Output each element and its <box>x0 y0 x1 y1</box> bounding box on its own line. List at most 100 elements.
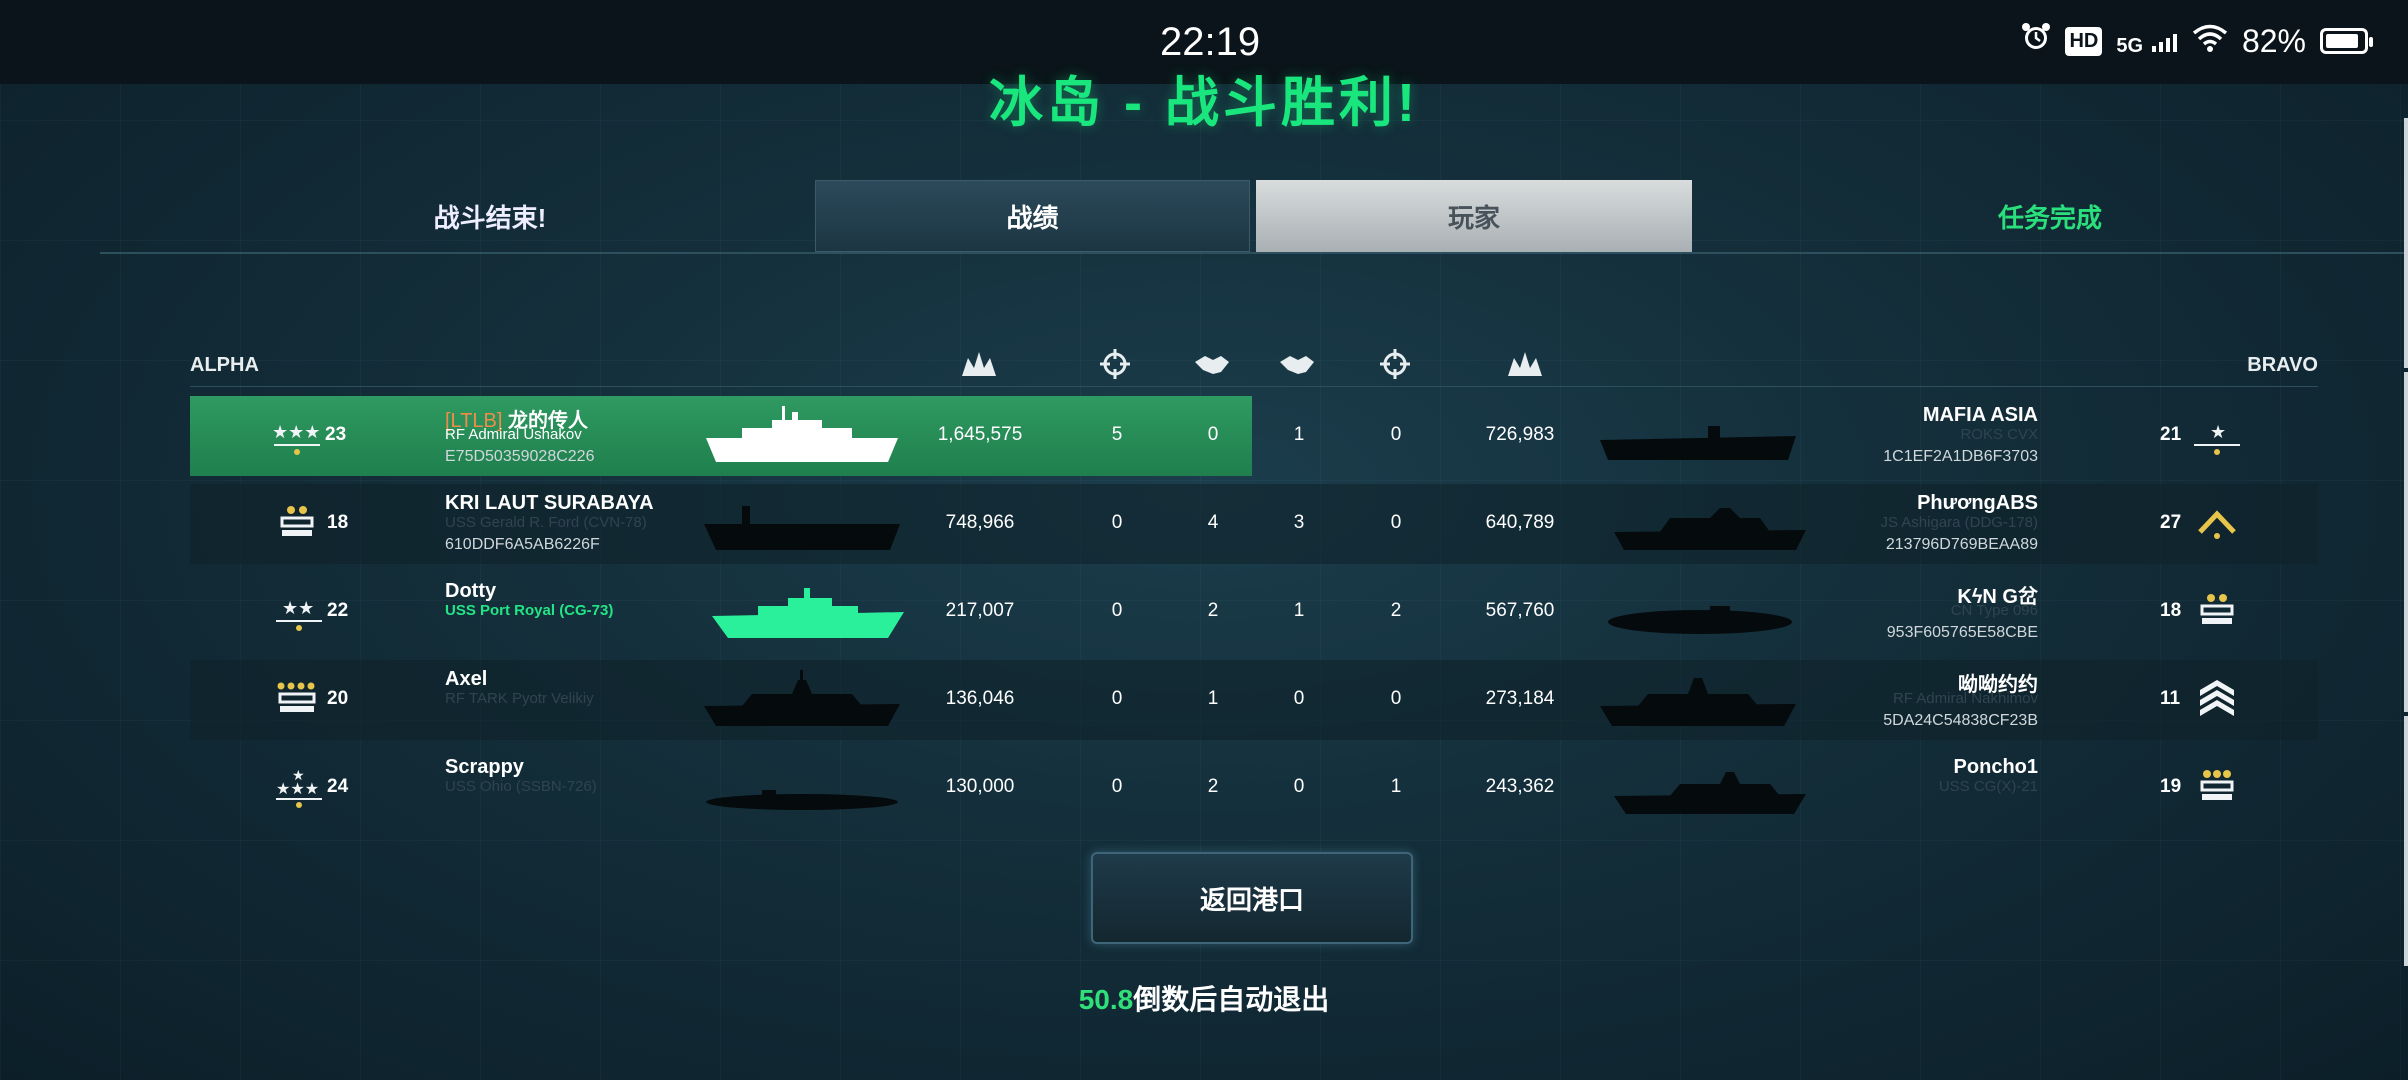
right-edge-bar <box>2404 716 2408 966</box>
alpha-damage: 1,645,575 <box>937 424 1023 445</box>
alpha-assists: 4 <box>1207 512 1219 533</box>
ship-name: USS Port Royal (CG-73) <box>445 602 614 619</box>
battery-percent: 82% <box>2241 22 2306 59</box>
table-row[interactable]: 18 KRI LAUT SURABAYA USS Gerald R. Ford … <box>190 484 2318 564</box>
network-type: 5G <box>2116 34 2144 57</box>
bravo-assists: 0 <box>1293 776 1305 797</box>
wifi-icon <box>2192 23 2228 60</box>
alarm-icon <box>2021 22 2051 60</box>
ship-name: RF Admiral Nakhimov <box>1892 690 2038 707</box>
alpha-damage: 748,966 <box>945 512 1015 533</box>
rank-four-stars-icon: ★ ★★★ <box>272 766 326 810</box>
alpha-kills: 0 <box>1111 776 1123 797</box>
status-icons: HD 5G 82% <box>2021 22 2373 60</box>
alpha-kills: 0 <box>1111 688 1123 709</box>
table-row[interactable]: ★★★ 23 [LTLB] 龙的传人 RF Admiral Ushakov E7… <box>190 396 2318 476</box>
return-to-port-button[interactable]: 返回港口 <box>1091 852 1413 944</box>
ship-silhouette-icon <box>702 406 902 466</box>
bravo-assists: 3 <box>1293 512 1305 533</box>
table-row[interactable]: ★ ★★★ 24 Scrappy USS Ohio (SSBN-726) 130,… <box>190 748 2318 828</box>
team-bravo-label: BRAVO <box>2247 354 2318 376</box>
bravo-kills: 0 <box>1390 688 1402 709</box>
ship-silhouette-icon <box>1600 582 1800 642</box>
player-name: Axel <box>445 668 488 690</box>
tab-battle-end[interactable]: 战斗结束! <box>320 180 660 252</box>
player-name: MAFIA ASIA <box>1922 404 2038 426</box>
player-level: 20 <box>327 688 349 709</box>
player-id: 5DA24C54838CF23B <box>1883 712 2038 729</box>
ship-name: CN Type 096 <box>1950 602 2038 619</box>
scoreboard-header: ALPHA BRAVO <box>190 348 2318 387</box>
ship-silhouette-icon <box>1598 670 1798 730</box>
kills-icon-bravo <box>1376 348 1414 380</box>
player-level: 24 <box>327 776 349 797</box>
player-id: 213796D769BEAA89 <box>1885 536 2038 553</box>
tab-mission-complete[interactable]: 任务完成 <box>1880 180 2220 252</box>
bravo-kills: 0 <box>1390 424 1402 445</box>
player-name: KRI LAUT SURABAYA <box>445 492 654 514</box>
svg-text:★★★: ★★★ <box>276 781 319 798</box>
bravo-assists: 0 <box>1293 688 1305 709</box>
player-level: 18 <box>327 512 349 533</box>
rank-four-bars-icon <box>272 678 326 722</box>
countdown-text: 倒数后自动退出 <box>1133 984 1330 1015</box>
ship-silhouette-icon <box>702 758 902 818</box>
hd-icon: HD <box>2065 26 2103 56</box>
svg-text:★★★: ★★★ <box>272 422 320 442</box>
bravo-assists: 1 <box>1293 600 1305 621</box>
player-id: 610DDF6A5AB6226F <box>445 536 600 553</box>
ship-name: JS Ashigara (DDG-178) <box>1880 514 2038 531</box>
damage-icon-bravo <box>1506 348 1544 380</box>
battery-icon <box>2320 28 2373 54</box>
bravo-kills: 1 <box>1390 776 1402 797</box>
bravo-damage: 243,362 <box>1485 776 1555 797</box>
bravo-kills: 0 <box>1390 512 1402 533</box>
rank-two-stars-icon: ★★ <box>272 590 326 634</box>
kills-icon <box>1096 348 1134 380</box>
rank-sergeant-icon <box>2190 678 2244 722</box>
team-alpha-label: ALPHA <box>190 354 259 376</box>
player-level: 23 <box>325 424 347 445</box>
ship-silhouette-icon <box>1610 494 1810 554</box>
table-row[interactable]: ★★ 22 Dotty USS Port Royal (CG-73) 217,0… <box>190 572 2318 652</box>
player-level: 27 <box>2160 512 2182 533</box>
alpha-assists: 0 <box>1207 424 1219 445</box>
ship-name: ROKS CVX <box>1960 426 2038 443</box>
bravo-damage: 273,184 <box>1485 688 1555 709</box>
bravo-damage: 640,789 <box>1485 512 1555 533</box>
rank-one-star-icon: ★ <box>2190 414 2244 458</box>
tab-players[interactable]: 玩家 <box>1256 180 1692 252</box>
ship-silhouette-icon <box>708 582 908 642</box>
player-id: 1C1EF2A1DB6F3703 <box>1883 448 2038 465</box>
ship-name: USS Gerald R. Ford (CVN-78) <box>445 514 647 531</box>
tab-stats[interactable]: 战绩 <box>815 180 1250 252</box>
ship-name: USS CG(X)-21 <box>1938 778 2038 795</box>
alpha-damage: 130,000 <box>945 776 1015 797</box>
ship-name: RF TARK Pyotr Velikiy <box>445 690 594 707</box>
player-level: 21 <box>2160 424 2182 445</box>
player-level: 19 <box>2160 776 2182 797</box>
rank-chevron-icon <box>2190 502 2244 546</box>
player-id: 953F605765E58CBE <box>1886 624 2038 641</box>
bravo-damage: 567,760 <box>1485 600 1555 621</box>
bravo-kills: 2 <box>1390 600 1402 621</box>
ship-name: USS Ohio (SSBN-726) <box>445 778 597 795</box>
player-name: Scrappy <box>445 756 524 778</box>
alpha-kills: 0 <box>1111 512 1123 533</box>
player-level: 11 <box>2160 688 2181 709</box>
alpha-damage: 217,007 <box>945 600 1015 621</box>
alpha-assists: 2 <box>1207 600 1219 621</box>
player-name: Dotty <box>445 580 497 602</box>
ship-silhouette-icon <box>702 670 902 730</box>
svg-text:★★: ★★ <box>282 598 314 618</box>
player-id: E75D50359028C226 <box>445 448 595 465</box>
damage-icon <box>960 348 998 380</box>
player-level: 22 <box>327 600 349 621</box>
table-row[interactable]: 20 Axel RF TARK Pyotr Velikiy 136,046 0 … <box>190 660 2318 740</box>
alpha-kills: 0 <box>1111 600 1123 621</box>
alpha-damage: 136,046 <box>945 688 1015 709</box>
player-level: 18 <box>2160 600 2182 621</box>
bravo-damage: 726,983 <box>1485 424 1555 445</box>
rank-three-stars-icon: ★★★ <box>270 414 324 458</box>
rank-two-bars-icon <box>272 502 326 546</box>
